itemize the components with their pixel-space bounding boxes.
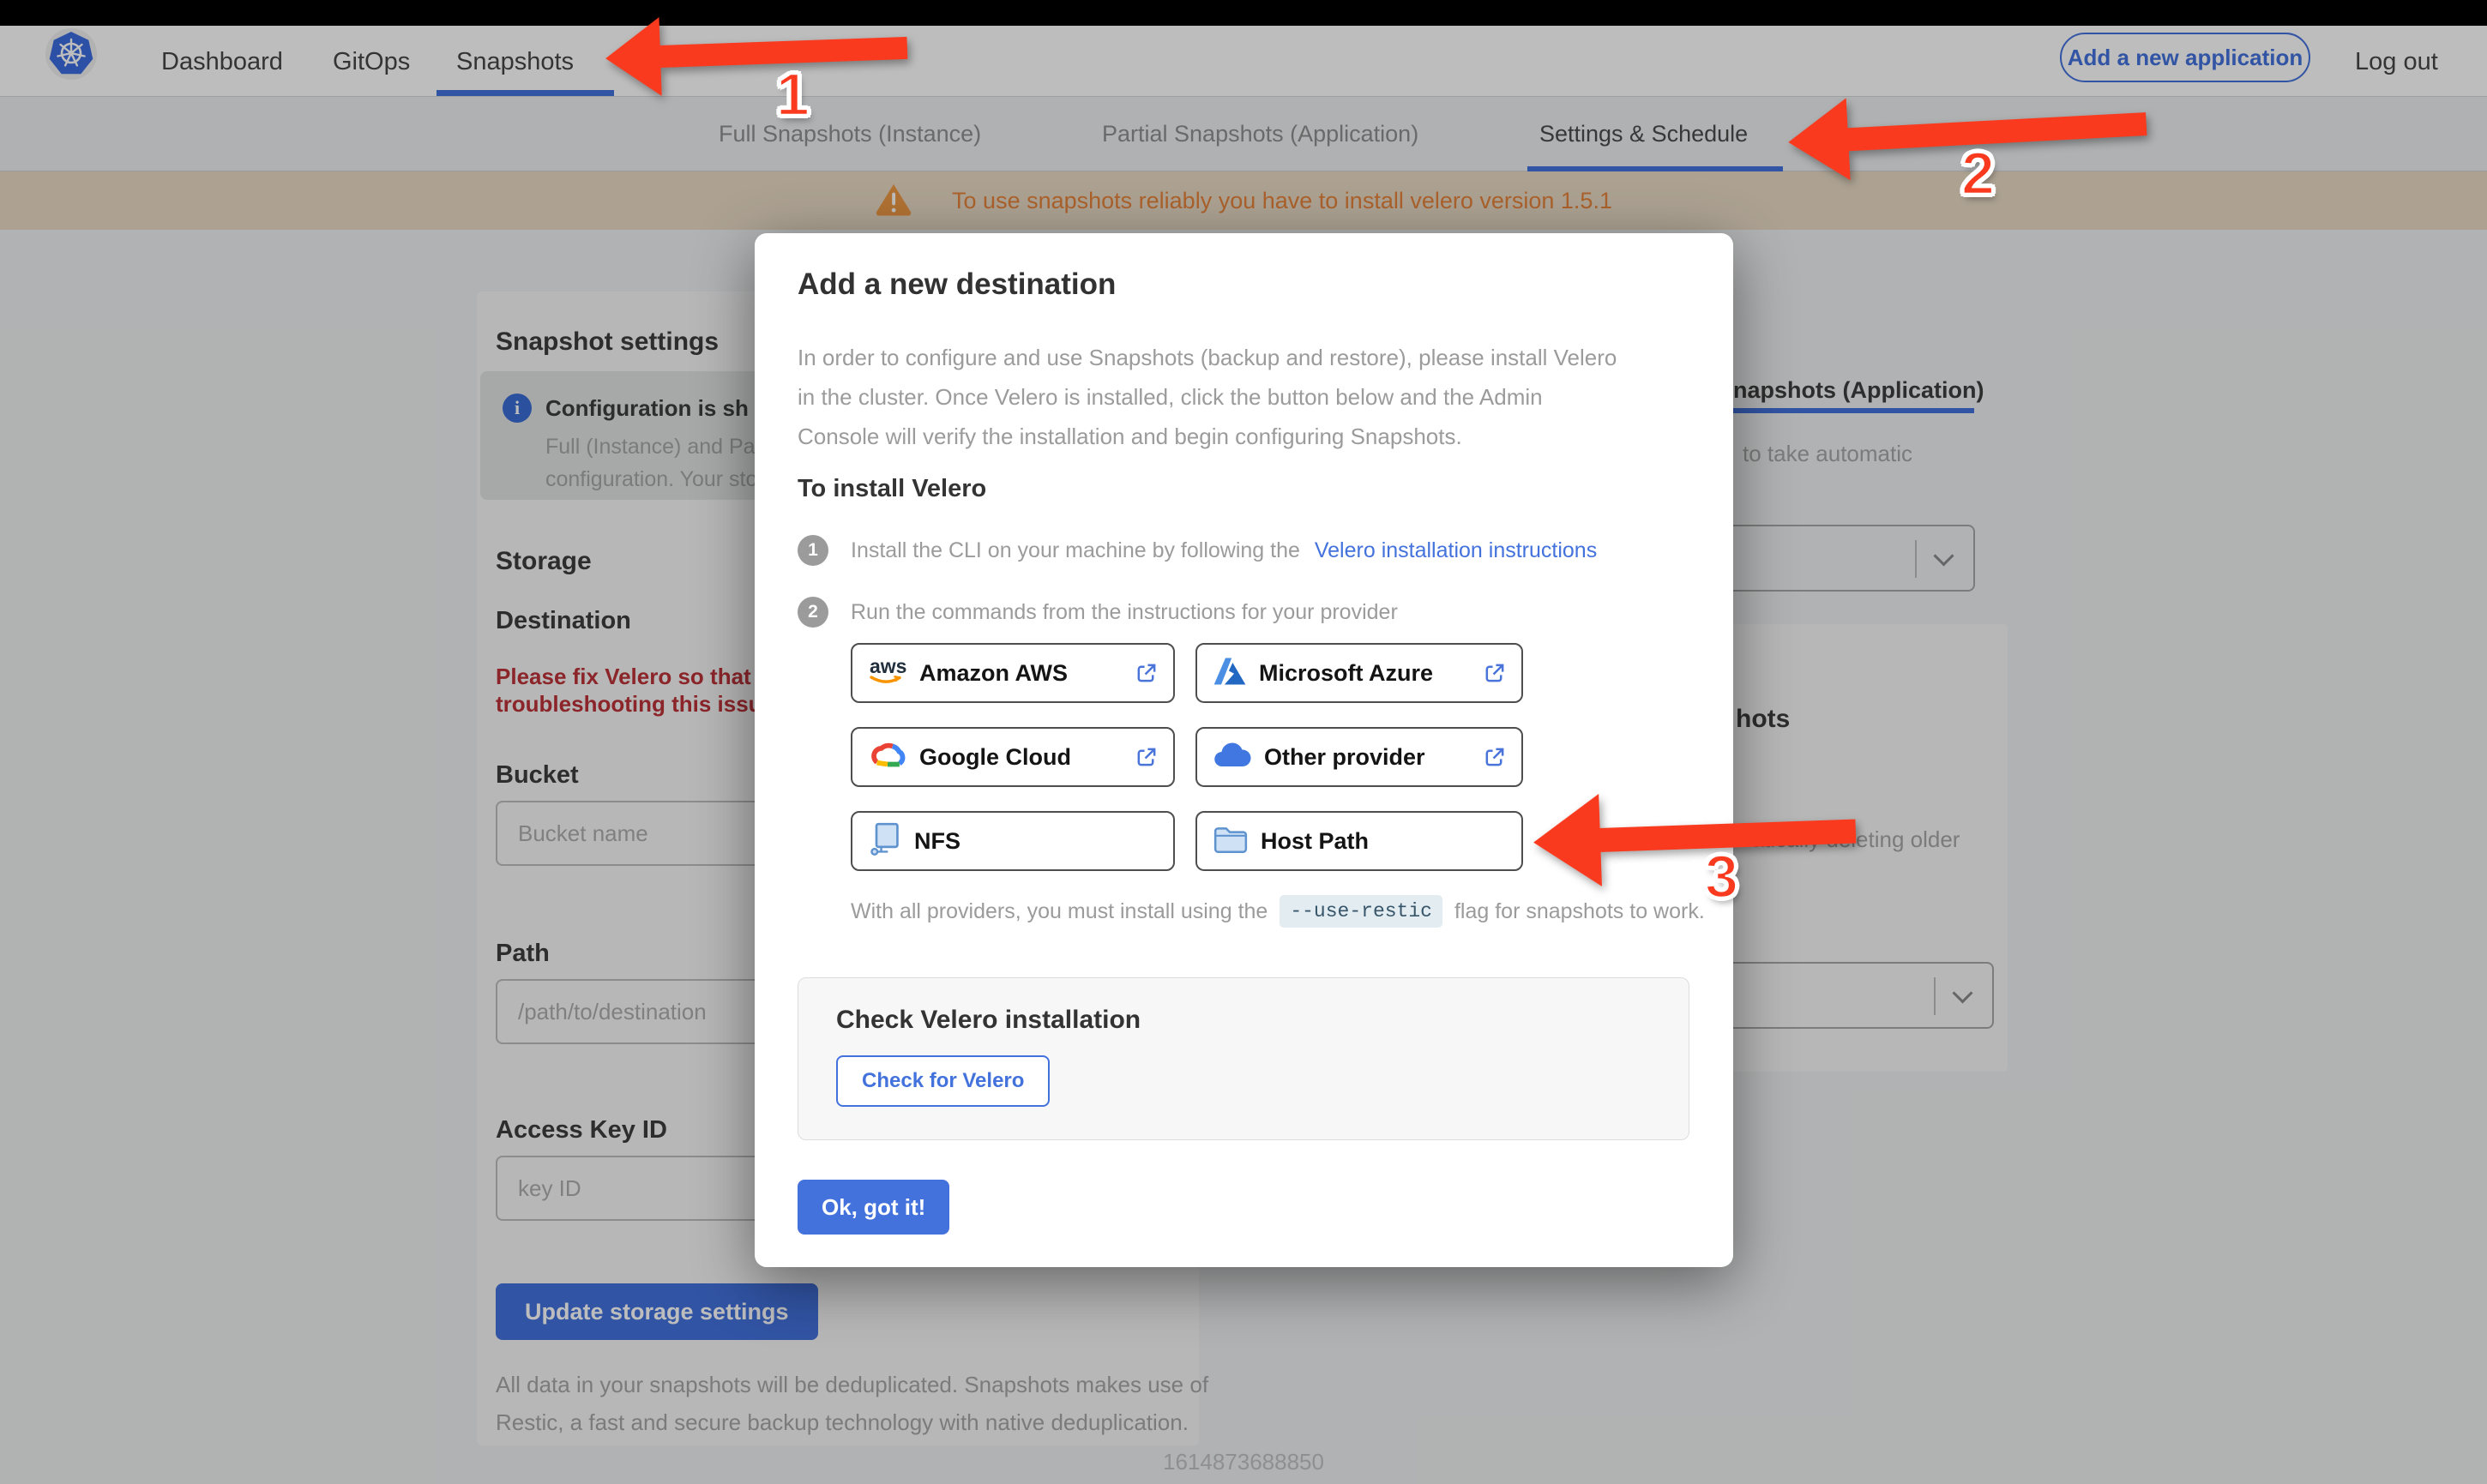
provider-label: Google Cloud bbox=[919, 743, 1071, 770]
annotation-number-2: 2 bbox=[1960, 139, 1996, 208]
aws-icon: aws bbox=[868, 655, 907, 692]
top-black-strip bbox=[0, 0, 2487, 26]
annotation-arrow-1 bbox=[604, 9, 912, 99]
provider-label: Host Path bbox=[1261, 827, 1370, 854]
provider-button-aws[interactable]: aws Amazon AWS bbox=[851, 643, 1175, 703]
svg-text:aws: aws bbox=[870, 655, 906, 677]
provider-button-other[interactable]: Other provider bbox=[1195, 727, 1523, 787]
restic-note-post: flag for snapshots to work. bbox=[1454, 898, 1705, 923]
check-velero-title: Check Velero installation bbox=[836, 1006, 1141, 1034]
step-1-badge: 1 bbox=[798, 535, 828, 566]
check-for-velero-button[interactable]: Check for Velero bbox=[836, 1055, 1051, 1107]
provider-label: NFS bbox=[914, 827, 960, 854]
screen: Dashboard GitOps Snapshots Add a new app… bbox=[0, 0, 2487, 1484]
step-1-text: Install the CLI on your machine by follo… bbox=[851, 538, 1597, 563]
google-cloud-icon bbox=[868, 739, 907, 775]
step-2-text: Run the commands from the instructions f… bbox=[851, 600, 1398, 624]
provider-label: Amazon AWS bbox=[919, 659, 1069, 686]
provider-button-google-cloud[interactable]: Google Cloud bbox=[851, 727, 1175, 787]
external-link-icon bbox=[1483, 746, 1506, 769]
ok-got-it-button[interactable]: Ok, got it! bbox=[798, 1180, 950, 1235]
modal-title: Add a new destination bbox=[798, 267, 1117, 301]
azure-icon bbox=[1213, 656, 1247, 691]
step-1-text-plain: Install the CLI on your machine by follo… bbox=[851, 538, 1300, 562]
add-destination-modal: Add a new destination In order to config… bbox=[755, 233, 1733, 1267]
external-link-icon bbox=[1483, 662, 1506, 685]
external-link-icon bbox=[1135, 746, 1158, 769]
provider-label: Microsoft Azure bbox=[1259, 659, 1434, 686]
check-velero-box: Check Velero installation Check for Vele… bbox=[798, 977, 1689, 1140]
annotation-number-1: 1 bbox=[775, 60, 810, 129]
step-2-badge: 2 bbox=[798, 597, 828, 628]
install-velero-heading: To install Velero bbox=[798, 475, 987, 502]
restic-flag-code: --use-restic bbox=[1280, 895, 1442, 928]
provider-label: Other provider bbox=[1264, 743, 1425, 770]
modal-intro: In order to configure and use Snapshots … bbox=[798, 345, 1617, 449]
folder-icon bbox=[1213, 824, 1249, 859]
annotation-number-3: 3 bbox=[1704, 842, 1739, 911]
nfs-icon bbox=[868, 822, 902, 861]
restic-note: With all providers, you must install usi… bbox=[851, 895, 1705, 928]
provider-grid: aws Amazon AWS Microsoft Azure Google Cl… bbox=[851, 643, 1523, 871]
provider-button-nfs[interactable]: NFS bbox=[851, 811, 1175, 871]
provider-button-azure[interactable]: Microsoft Azure bbox=[1195, 643, 1523, 703]
provider-button-host-path[interactable]: Host Path bbox=[1195, 811, 1523, 871]
external-link-icon bbox=[1135, 662, 1158, 685]
restic-note-pre: With all providers, you must install usi… bbox=[851, 898, 1268, 923]
velero-instructions-link[interactable]: Velero installation instructions bbox=[1315, 538, 1597, 562]
cloud-icon bbox=[1213, 741, 1252, 774]
annotation-arrow-3 bbox=[1532, 784, 1863, 889]
